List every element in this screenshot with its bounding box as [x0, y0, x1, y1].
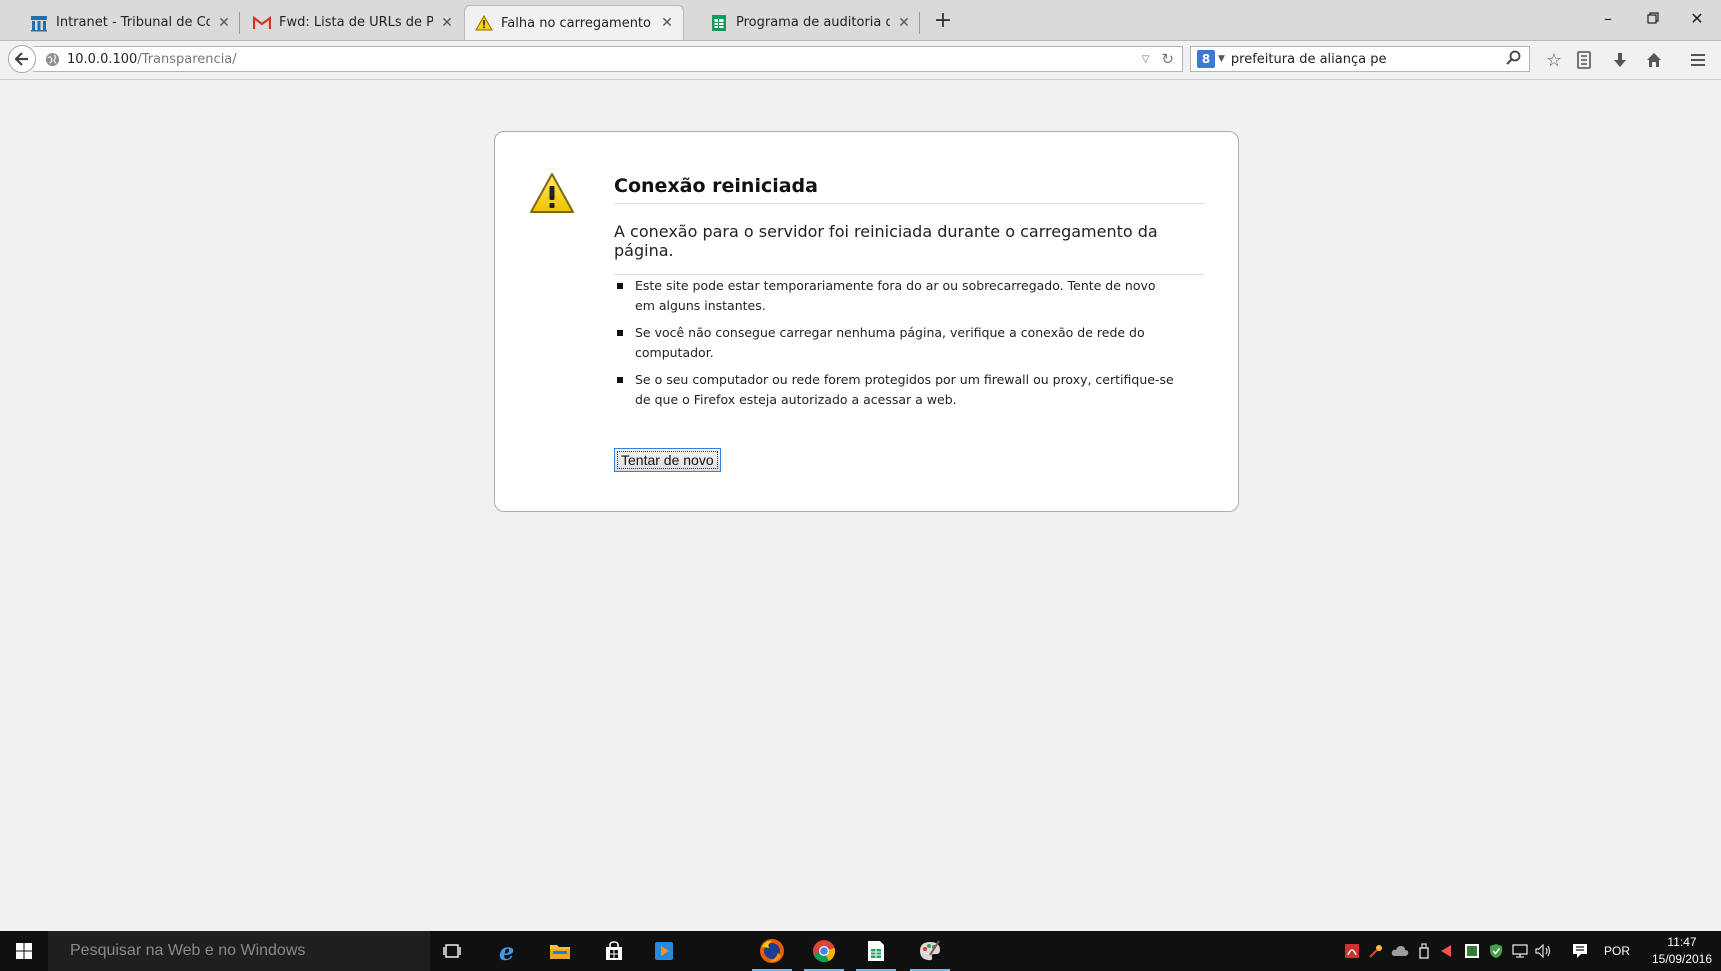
usb-tray-icon[interactable] [1412, 931, 1436, 971]
clock[interactable]: 11:47 15/09/2016 [1646, 934, 1718, 968]
tab-auditoria[interactable]: Programa de auditoria de ... ✕ [700, 6, 920, 39]
url-path: /Transparencia/ [137, 51, 237, 67]
task-view-button[interactable] [428, 931, 476, 971]
error-suggestions: Este site pode estar temporariamente for… [614, 276, 1174, 417]
download-icon[interactable] [1609, 49, 1631, 71]
bookmarks-menu-icon[interactable] [1573, 49, 1595, 71]
language-indicator[interactable]: POR [1604, 931, 1630, 971]
globe-icon [45, 51, 61, 67]
media-player-icon [655, 942, 673, 960]
chrome-icon [813, 940, 835, 963]
navigation-bar: 10.0.0.100/Transparencia/ ▽ ↻ 8 ▼ prefei… [0, 41, 1721, 80]
media-player-button[interactable] [640, 931, 688, 971]
tab-error-page[interactable]: Falha no carregamento da ... ✕ [464, 5, 684, 40]
home-icon[interactable] [1643, 49, 1665, 71]
search-icon[interactable] [1505, 50, 1521, 70]
notification-icon[interactable] [1568, 931, 1592, 971]
cloud-tray-icon[interactable] [1388, 931, 1412, 971]
start-button[interactable] [0, 931, 48, 971]
dropdown-arrow-icon[interactable]: ▽ [1142, 54, 1150, 65]
search-bar[interactable]: 8 ▼ prefeitura de aliança pe [1190, 46, 1530, 72]
engine-dropdown-icon[interactable]: ▼ [1218, 54, 1225, 64]
firefox-button[interactable] [748, 931, 796, 971]
retry-button[interactable]: Tentar de novo [614, 448, 721, 472]
spreadsheet-app-button[interactable] [852, 931, 900, 971]
clock-date: 15/09/2016 [1651, 952, 1713, 966]
pdf-tray-icon[interactable] [1340, 931, 1364, 971]
back-arrow-icon [15, 52, 28, 66]
bookmark-star-icon[interactable]: ☆ [1543, 49, 1565, 71]
list-item: Se você não consegue carregar nenhuma pá… [614, 323, 1174, 363]
error-card: Conexão reiniciada A conexão para o serv… [494, 131, 1239, 512]
tab-intranet[interactable]: Intranet - Tribunal de Cont... ✕ [20, 6, 240, 39]
network-icon[interactable] [1508, 931, 1532, 971]
edge-icon: e [499, 939, 514, 963]
taskbar-search-input[interactable]: Pesquisar na Web e no Windows [48, 931, 430, 971]
file-explorer-button[interactable] [536, 931, 584, 971]
app-tray-icon[interactable] [1460, 931, 1484, 971]
restore-button[interactable] [1630, 6, 1676, 32]
search-input[interactable]: prefeitura de aliança pe [1231, 52, 1387, 67]
intranet-icon [30, 14, 48, 32]
folder-icon [550, 945, 570, 959]
chrome-button[interactable] [800, 931, 848, 971]
flag-tray-icon[interactable] [1434, 931, 1458, 971]
tab-title: Fwd: Lista de URLs de Port... [279, 15, 433, 30]
tab-gmail[interactable]: Fwd: Lista de URLs de Port... ✕ [243, 6, 463, 39]
warning-icon [529, 172, 575, 214]
edge-browser-button[interactable]: e [484, 931, 532, 971]
close-icon[interactable]: ✕ [216, 15, 232, 31]
back-button[interactable] [8, 45, 36, 73]
paint-app-button[interactable] [906, 931, 954, 971]
paint-palette-icon [920, 940, 940, 961]
windows-logo-icon [16, 943, 32, 959]
store-bag-icon [606, 941, 622, 960]
tools-tray-icon[interactable] [1364, 931, 1388, 971]
svg-text:e: e [499, 939, 514, 963]
gmail-icon [253, 14, 271, 32]
minimize-button[interactable]: – [1585, 6, 1631, 32]
task-view-icon [443, 944, 461, 958]
google-engine-icon[interactable]: 8 [1197, 50, 1215, 68]
tab-strip: Intranet - Tribunal de Cont... ✕ Fwd: Li… [0, 0, 1721, 41]
close-icon[interactable]: ✕ [659, 15, 675, 31]
store-button[interactable] [590, 931, 638, 971]
clock-time: 11:47 [1667, 935, 1697, 949]
close-window-button[interactable]: ✕ [1674, 6, 1720, 32]
firefox-icon [760, 939, 784, 963]
sheets-icon [710, 14, 728, 32]
close-icon[interactable]: ✕ [896, 15, 912, 31]
warning-icon [475, 14, 493, 32]
new-tab-button[interactable]: + [930, 8, 956, 34]
list-item: Se o seu computador ou rede forem proteg… [614, 370, 1174, 410]
security-shield-icon[interactable] [1484, 931, 1508, 971]
error-title: Conexão reiniciada [614, 175, 1204, 204]
taskbar: Pesquisar na Web e no Windows e POR 11:4… [0, 931, 1721, 971]
close-icon[interactable]: ✕ [439, 15, 455, 31]
restore-icon [1647, 12, 1659, 24]
volume-icon[interactable] [1532, 931, 1556, 971]
list-item: Este site pode estar temporariamente for… [614, 276, 1174, 316]
error-description: A conexão para o servidor foi reiniciada… [614, 222, 1204, 275]
tab-title: Falha no carregamento da ... [501, 15, 653, 31]
tab-title: Programa de auditoria de ... [736, 15, 890, 30]
menu-icon[interactable] [1687, 49, 1709, 71]
url-host: 10.0.0.100 [67, 51, 138, 67]
url-bar[interactable]: 10.0.0.100/Transparencia/ ▽ ↻ [33, 46, 1183, 72]
spreadsheet-icon [868, 941, 884, 961]
tab-title: Intranet - Tribunal de Cont... [56, 15, 210, 30]
reload-icon[interactable]: ↻ [1161, 50, 1174, 68]
